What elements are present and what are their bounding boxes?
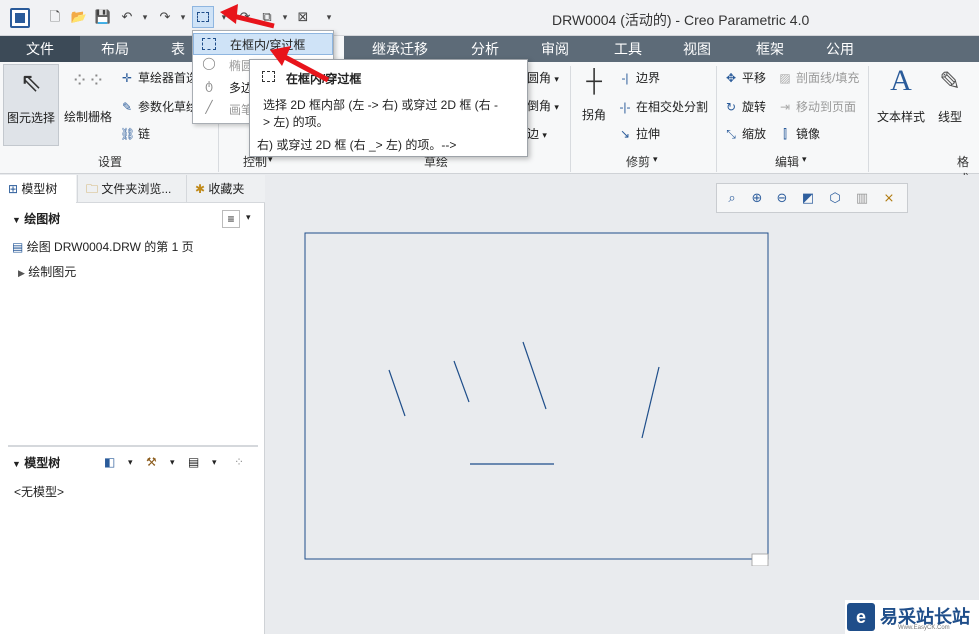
annotation-arrows	[220, 4, 330, 83]
red-arrow-head	[220, 4, 238, 24]
red-arrow	[279, 52, 330, 83]
watermark-subtext: Www.EasyCK.Com	[898, 625, 950, 631]
watermark-logo-icon: e	[847, 603, 875, 631]
